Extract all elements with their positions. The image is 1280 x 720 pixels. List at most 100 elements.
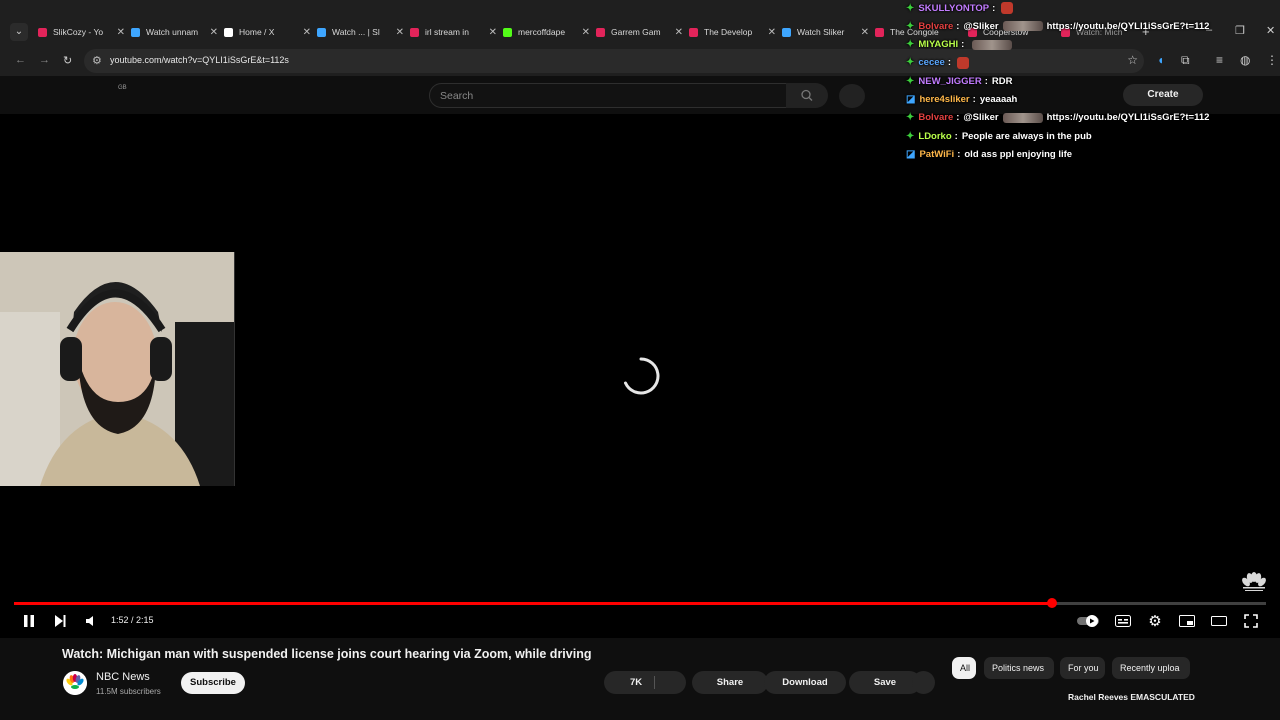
browser-tab-title: irl stream in [425, 27, 469, 37]
globe-favicon-icon [317, 27, 326, 37]
chat-emote-icon [1001, 2, 1014, 14]
chat-message: ✦ NEW_JIGGER: RDR [906, 73, 1013, 89]
chat-separator: : [992, 2, 996, 14]
recommended-video-title[interactable]: Rachel Reeves EMASCULATED [1068, 692, 1195, 702]
subscriber-badge-icon: ✦ [906, 39, 915, 51]
browser-tab[interactable]: irl stream in ✕ [410, 24, 497, 40]
chat-username[interactable]: here4sliker [919, 94, 969, 105]
progress-played [14, 602, 1052, 605]
chat-text: People are always in the pub [961, 130, 1092, 142]
chat-link[interactable]: https://youtu.be/QYLI1iSsGrE?t=112 [1047, 21, 1210, 32]
reload-icon[interactable]: ↻ [63, 54, 72, 67]
chat-username[interactable]: Bolvare [918, 21, 953, 32]
search-icon [801, 89, 813, 101]
close-tab-icon[interactable]: ✕ [768, 27, 776, 38]
browser-tab[interactable]: Watch Sliker ✕ [782, 24, 869, 40]
chat-username[interactable]: NEW_JIGGER [918, 76, 981, 87]
miniplayer-button[interactable] [1178, 612, 1196, 630]
youtube-favicon-icon [689, 27, 698, 37]
chat-username[interactable]: SKULLYONTOP [918, 3, 989, 14]
volume-button[interactable] [82, 612, 100, 630]
time-display: 1:52 / 2:15 [111, 615, 154, 625]
download-label: Download [782, 677, 828, 688]
close-tab-icon[interactable]: ✕ [675, 27, 683, 38]
browser-tab-title: Garrem Gam [611, 27, 661, 37]
tab-search-chevron-icon[interactable]: ⌄ [10, 23, 28, 41]
subtitles-icon [1115, 615, 1131, 627]
next-button[interactable] [51, 612, 69, 630]
search-input[interactable] [440, 90, 770, 102]
channel-avatar[interactable] [63, 671, 87, 695]
filter-chip[interactable]: All [952, 657, 976, 679]
subtitles-button[interactable] [1114, 612, 1132, 630]
autoplay-toggle[interactable] [1077, 612, 1101, 630]
browser-tab[interactable]: Garrem Gam ✕ [596, 24, 683, 40]
close-tab-icon[interactable]: ✕ [117, 27, 125, 38]
search-button[interactable] [786, 83, 828, 108]
chat-link[interactable]: https://youtu.be/QYLI1iSsGrE?t=112 [1047, 112, 1210, 123]
browser-tab-title: mercoffdape [518, 27, 566, 37]
progress-bar[interactable] [14, 598, 1266, 608]
browser-tab[interactable]: Watch unnam ✕ [131, 24, 218, 40]
share-button[interactable]: Share [692, 671, 768, 694]
search-box[interactable] [429, 83, 787, 108]
close-tab-icon[interactable]: ✕ [489, 27, 497, 38]
chat-text: yeaaaah [979, 94, 1018, 105]
subscriber-badge-icon: ✦ [906, 57, 915, 69]
pause-button[interactable] [20, 612, 38, 630]
chat-emote-strip [972, 39, 1013, 50]
close-tab-icon[interactable]: ✕ [582, 27, 590, 38]
more-actions-button[interactable] [912, 671, 935, 694]
save-button[interactable]: Save [849, 671, 921, 694]
theater-mode-button[interactable] [1210, 612, 1228, 630]
close-tab-icon[interactable]: ✕ [303, 27, 311, 38]
scrubber-handle[interactable] [1046, 598, 1057, 608]
filter-chip[interactable]: For you [1060, 657, 1105, 679]
chat-username[interactable]: MIYAGHI [918, 39, 958, 50]
back-arrow-icon[interactable]: ← [15, 54, 26, 66]
site-info-icon[interactable]: ⚙ [92, 54, 102, 67]
globe-favicon-icon [131, 27, 140, 37]
browser-tab[interactable]: The Develop ✕ [689, 24, 776, 40]
nbc-peacock-logo-icon [63, 671, 87, 695]
share-label: Share [716, 677, 744, 688]
settings-button[interactable]: ⚙ [1146, 612, 1164, 630]
chat-message: ✦ Bolvare: @Sliker https://youtu.be/QYLI1iS… [906, 18, 1209, 34]
close-tab-icon[interactable]: ✕ [396, 27, 404, 38]
browser-tab[interactable]: Watch ... | Sl ✕ [317, 24, 404, 40]
chat-username[interactable]: cecee [918, 57, 944, 68]
chat-username[interactable]: LDorko [918, 131, 951, 142]
forward-arrow-icon[interactable]: → [39, 54, 50, 66]
webcam-overlay [0, 252, 235, 486]
youtube-favicon-icon [38, 27, 47, 37]
chat-username[interactable]: PatWiFi [919, 149, 954, 160]
url-text[interactable]: youtube.com/watch?v=QYLI1iSsGrE&t=112s [110, 55, 289, 65]
chat-separator: : [984, 75, 988, 87]
browser-tab[interactable]: Home / X ✕ [224, 24, 311, 40]
filter-chip[interactable]: Recently uploa [1112, 657, 1190, 679]
channel-name[interactable]: NBC News [96, 671, 150, 683]
globe-favicon-icon [782, 27, 791, 37]
chat-emote-icon [956, 56, 969, 69]
browser-tab[interactable]: mercoffdape ✕ [503, 24, 590, 40]
like-button[interactable]: 7K [604, 671, 686, 694]
chat-text: RDR [991, 75, 1013, 87]
autoplay-toggle-icon [1077, 615, 1099, 627]
chat-username[interactable]: Bolvare [918, 112, 953, 123]
close-tab-icon[interactable]: ✕ [210, 27, 218, 38]
browser-tab[interactable]: SlikCozy - Yo ✕ [38, 24, 125, 40]
pause-icon [24, 615, 34, 627]
download-button[interactable]: Download [764, 671, 846, 694]
close-tab-icon[interactable]: ✕ [861, 27, 869, 38]
filter-chip[interactable]: Politics news [984, 657, 1054, 679]
like-count: 7K [630, 677, 643, 688]
stream-chat-overlay: ✦ SKULLYONTOP: ✦ Bolvare: @Sliker https://you… [906, 0, 1280, 160]
youtube-favicon-icon [596, 27, 605, 37]
fullscreen-button[interactable] [1242, 612, 1260, 630]
subscriber-badge-icon: ✦ [906, 112, 915, 124]
voice-search-mic-icon[interactable] [839, 84, 865, 108]
streamer-webcam-image [0, 252, 234, 486]
chat-message: ✦ LDorko: People are always in the pub [906, 128, 1092, 144]
subscribe-button[interactable]: Subscribe [181, 672, 245, 694]
video-title: Watch: Michigan man with suspended licen… [62, 647, 592, 661]
